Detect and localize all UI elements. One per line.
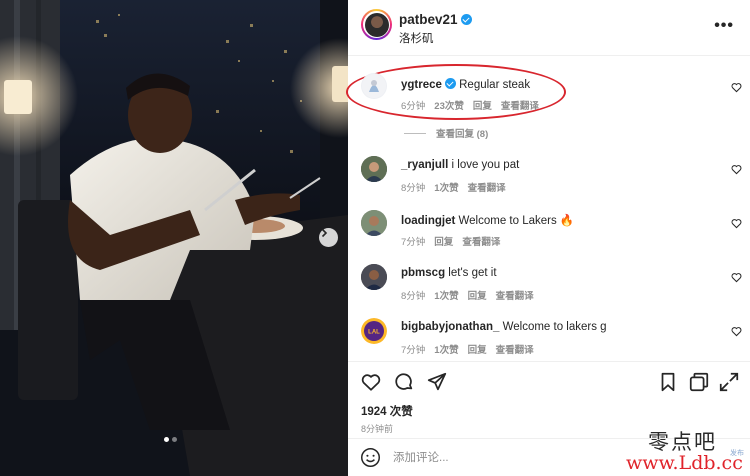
post-header: patbev21 洛杉矶 ••• [348, 0, 750, 56]
comment-username[interactable]: _ryanjull [401, 159, 448, 171]
comment-time: 8分钟 [401, 183, 426, 194]
svg-text:LAL: LAL [368, 330, 380, 336]
verified-icon [444, 78, 456, 89]
share-icon[interactable] [426, 371, 448, 393]
comment-translate-button[interactable]: 查看翻译 [468, 180, 506, 194]
comment-avatar[interactable] [361, 210, 387, 236]
action-bar [348, 361, 750, 401]
comment-reply-button[interactable]: 回复 [473, 98, 492, 112]
owner-avatar[interactable] [361, 9, 392, 40]
comment-text: Regular steak [459, 79, 531, 91]
comment-username[interactable]: ygtrece [401, 79, 442, 91]
comment-text: let's get it [448, 267, 497, 279]
comment-input[interactable] [393, 449, 593, 467]
like-heart-icon[interactable] [360, 371, 382, 393]
comment-reply-button[interactable]: 回复 [468, 342, 487, 356]
post-location[interactable]: 洛杉矶 [399, 30, 434, 46]
expand-icon[interactable] [718, 371, 740, 393]
watermark-url: www.Ldb.cc [626, 452, 743, 474]
copy-icon[interactable] [688, 371, 710, 393]
photo-illustration [0, 0, 348, 476]
comment-translate-button[interactable]: 查看翻译 [462, 234, 500, 248]
heart-icon[interactable] [731, 164, 742, 175]
comment-avatar[interactable]: LAL [361, 318, 387, 344]
carousel-next-button[interactable] [319, 228, 338, 247]
likes-count[interactable]: 1924 次赞 [361, 403, 413, 419]
chevron-right-icon [321, 228, 328, 238]
post-photo[interactable] [0, 0, 348, 476]
comment-avatar[interactable] [361, 73, 387, 99]
owner-username[interactable]: patbev21 [399, 12, 472, 27]
view-replies-button[interactable]: 查看回复 (8) [404, 126, 488, 140]
comment-reply-button[interactable]: 回复 [434, 234, 453, 248]
bookmark-icon[interactable] [657, 371, 679, 393]
comment-username[interactable]: bigbabyjonathan_ [401, 321, 499, 333]
comment-time: 7分钟 [401, 345, 426, 356]
comment-likes[interactable]: 1次赞 [434, 288, 458, 302]
comment-text: Welcome to lakers g [502, 321, 607, 333]
post-panel: patbev21 洛杉矶 ••• ygtrece Regular steak 6… [346, 0, 750, 476]
comment-text: Welcome to Lakers 🔥 [458, 215, 575, 227]
more-options-button[interactable]: ••• [714, 17, 734, 35]
comment-icon[interactable] [393, 371, 415, 393]
comment-time: 6分钟 [401, 101, 426, 112]
comment-translate-button[interactable]: 查看翻译 [496, 288, 534, 302]
comment-translate-button[interactable]: 查看翻译 [501, 98, 539, 112]
verified-icon [460, 14, 472, 25]
carousel-dot-2 [172, 437, 177, 442]
comment-likes[interactable]: 1次赞 [434, 342, 458, 356]
comment-translate-button[interactable]: 查看翻译 [496, 342, 534, 356]
post-timestamp: 8分钟前 [361, 424, 394, 434]
carousel-indicator [164, 437, 177, 442]
comment-username[interactable]: loadingjet [401, 215, 455, 227]
owner-username-text: patbev21 [399, 12, 458, 27]
comment-avatar[interactable] [361, 264, 387, 290]
heart-icon[interactable] [731, 82, 742, 93]
comment-likes[interactable]: 23次赞 [434, 98, 464, 112]
comment-avatar[interactable] [361, 156, 387, 182]
comment-time: 7分钟 [401, 237, 426, 248]
heart-icon[interactable] [731, 326, 742, 337]
heart-icon[interactable] [731, 272, 742, 283]
heart-icon[interactable] [731, 218, 742, 229]
view-replies-label: 查看回复 (8) [436, 129, 489, 140]
replies-divider [404, 132, 426, 134]
comment-text: i love you pat [451, 159, 520, 171]
comment-time: 8分钟 [401, 291, 426, 302]
comment-username[interactable]: pbmscg [401, 267, 445, 279]
emoji-icon[interactable] [360, 447, 381, 468]
comment-reply-button[interactable]: 回复 [468, 288, 487, 302]
carousel-dot-1 [164, 437, 169, 442]
comment-likes[interactable]: 1次赞 [434, 180, 458, 194]
